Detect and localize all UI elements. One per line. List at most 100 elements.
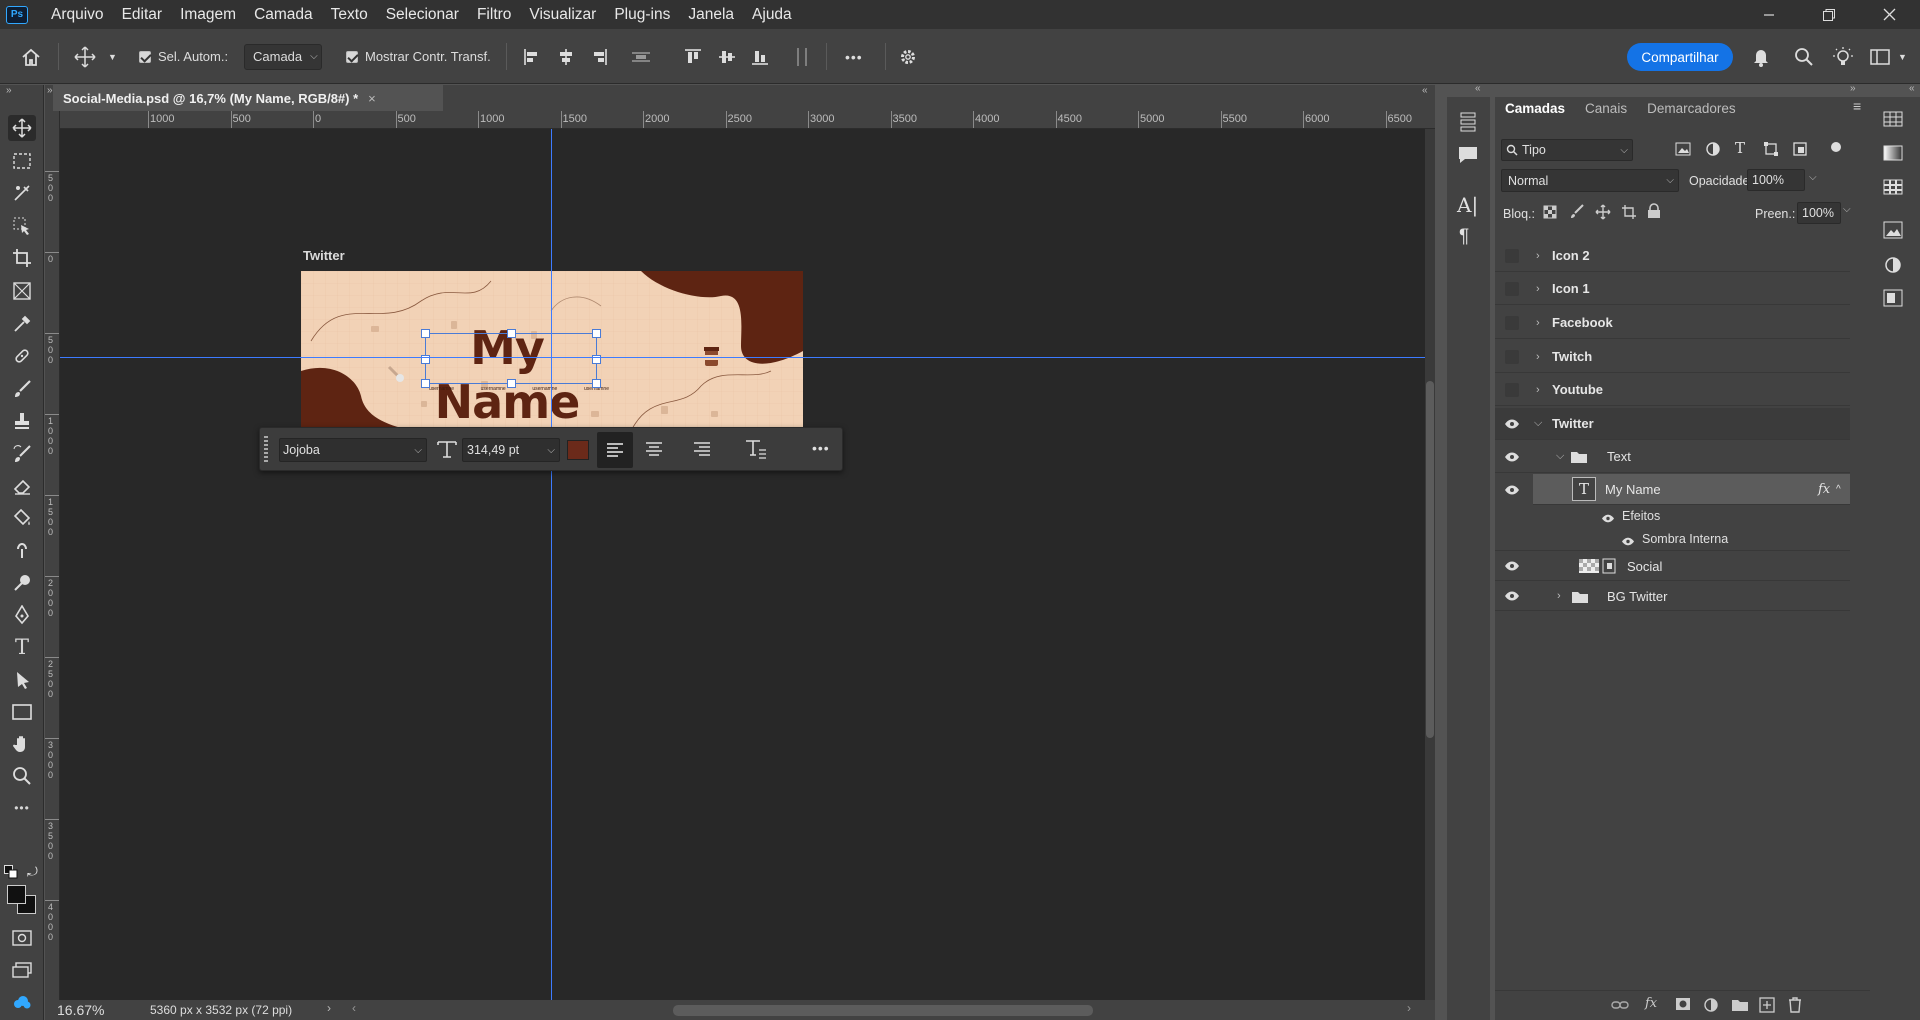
align-middle-v-icon[interactable] (718, 29, 736, 84)
filter-pixel-icon[interactable] (1675, 141, 1691, 160)
healing-brush-tool-icon[interactable] (8, 343, 36, 369)
lock-all-icon[interactable] (1647, 203, 1661, 222)
comments-panel-icon[interactable] (1457, 145, 1479, 168)
layer-filter-dropdown[interactable]: Tipo ⌵ (1501, 139, 1633, 161)
layer-row-youtube[interactable]: › Youtube (1495, 374, 1850, 406)
chevron-right-icon[interactable]: › (327, 1001, 331, 1015)
layer-row-twitter[interactable]: ⌵ Twitter (1495, 408, 1850, 440)
move-tool-icon[interactable] (8, 115, 36, 141)
menu-ajuda[interactable]: Ajuda (743, 0, 801, 29)
lock-image-icon[interactable] (1569, 204, 1585, 223)
chevron-down-icon[interactable]: ▼ (108, 29, 117, 84)
fx-icon[interactable]: fx (1818, 482, 1830, 497)
visibility-toggle[interactable] (1505, 349, 1519, 364)
collapse-icon[interactable]: » (47, 85, 53, 96)
horizontal-scrollbar-thumb[interactable] (673, 1005, 1093, 1016)
foreground-color-swatch[interactable] (7, 885, 26, 904)
eye-icon[interactable] (1501, 479, 1523, 501)
marquee-tool-icon[interactable] (8, 148, 36, 174)
eye-icon[interactable] (1601, 511, 1615, 526)
blend-mode-dropdown[interactable]: Normal ⌵ (1501, 169, 1679, 192)
minimize-icon[interactable] (1740, 0, 1798, 29)
eraser-tool-icon[interactable] (8, 473, 36, 499)
dodge-tool-icon[interactable] (8, 570, 36, 596)
chevron-down-icon[interactable]: ⌵ (1534, 417, 1542, 430)
transform-handle[interactable] (507, 329, 516, 338)
cloud-icon[interactable] (8, 989, 36, 1015)
canvas-area[interactable]: Twitter My Name usernamne usernamne user… (60, 129, 1425, 1000)
clone-stamp-tool-icon[interactable] (8, 408, 36, 434)
chevron-down-icon[interactable]: ▼ (1898, 29, 1907, 84)
visibility-toggle[interactable] (1505, 281, 1519, 296)
smudge-tool-icon[interactable] (8, 537, 36, 563)
add-mask-icon[interactable] (1675, 997, 1691, 1014)
align-left-icon[interactable] (523, 29, 541, 84)
new-layer-icon[interactable] (1759, 997, 1775, 1016)
menu-imagem[interactable]: Imagem (171, 0, 245, 29)
font-family-dropdown[interactable]: Jojoba ⌵ (279, 438, 427, 462)
lock-transparent-icon[interactable] (1543, 205, 1557, 222)
text-warp-icon[interactable] (744, 438, 768, 463)
more-options-icon[interactable]: ••• (845, 29, 863, 84)
chevron-right-icon[interactable]: › (1536, 250, 1540, 262)
filter-type-icon[interactable]: T (1735, 139, 1745, 157)
chevron-down-icon[interactable]: ⌵ (1809, 172, 1817, 183)
zoom-level[interactable]: 16.67% (57, 1002, 104, 1018)
chevron-up-icon[interactable]: ^ (1836, 484, 1841, 495)
align-text-left-button[interactable] (597, 432, 633, 468)
chevron-right-icon[interactable]: › (1557, 590, 1561, 602)
adjustment-layer-icon[interactable] (1703, 997, 1719, 1016)
menu-visualizar[interactable]: Visualizar (520, 0, 605, 29)
transform-handle[interactable] (592, 379, 601, 388)
chevron-down-icon[interactable]: ⌵ (1556, 450, 1564, 463)
fill-input[interactable]: 100% (1797, 202, 1841, 224)
home-icon[interactable] (20, 29, 42, 84)
zoom-tool-icon[interactable] (8, 763, 36, 789)
document-info[interactable]: 5360 px x 3532 px (72 ppi) (150, 1003, 292, 1017)
lock-position-icon[interactable] (1595, 204, 1611, 223)
close-icon[interactable] (1860, 0, 1918, 29)
show-transform-checkbox[interactable]: Mostrar Contr. Transf. (346, 29, 491, 84)
default-colors-icon[interactable] (4, 865, 18, 882)
lock-artboard-icon[interactable] (1621, 204, 1637, 223)
layer-row-social[interactable]: Social (1495, 552, 1850, 581)
inner-shadow-effect-label[interactable]: Sombra Interna (1642, 532, 1728, 546)
menu-texto[interactable]: Texto (322, 0, 377, 29)
menu-filtro[interactable]: Filtro (468, 0, 520, 29)
crop-tool-icon[interactable] (8, 245, 36, 271)
text-color-swatch[interactable] (567, 440, 589, 460)
history-panel-icon[interactable] (1457, 111, 1479, 136)
eye-icon[interactable] (1501, 585, 1523, 607)
close-tab-icon[interactable]: × (368, 91, 376, 106)
menu-arquivo[interactable]: Arquivo (42, 0, 113, 29)
menu-plugins[interactable]: Plug-ins (605, 0, 679, 29)
layer-row-icon-1[interactable]: › Icon 1 (1495, 273, 1850, 305)
paragraph-panel-icon[interactable]: ¶ (1459, 226, 1469, 248)
filter-adjustment-icon[interactable] (1705, 141, 1721, 160)
filter-toggle-icon[interactable] (1831, 142, 1841, 152)
collapse-icon[interactable]: « (1422, 85, 1428, 96)
collapse-icon[interactable]: « (1909, 83, 1915, 94)
horizontal-guide[interactable] (60, 357, 1425, 358)
libraries-panel-icon[interactable] (1883, 221, 1903, 242)
opacity-input[interactable]: 100% (1747, 169, 1805, 191)
panel-menu-icon[interactable]: ≡ (1853, 98, 1861, 114)
filter-shape-icon[interactable] (1763, 141, 1779, 160)
layer-row-my-name[interactable]: T My Name fx ^ (1533, 474, 1850, 505)
collapse-icon[interactable]: « (1475, 83, 1481, 94)
document-tab[interactable]: Social-Media.psd @ 16,7% (My Name, RGB/8… (53, 85, 443, 111)
search-icon[interactable] (1794, 29, 1814, 84)
move-tool-icon[interactable] (74, 29, 96, 84)
table-icon[interactable] (1883, 111, 1903, 130)
transform-bounding-box[interactable] (425, 333, 597, 384)
lightbulb-icon[interactable] (1832, 29, 1854, 84)
layer-row-twitch[interactable]: › Twitch (1495, 341, 1850, 373)
horizontal-ruler[interactable]: 1000 500 0 500 1000 1500 2000 2500 3000 3500 4000 4… (60, 111, 1435, 129)
chevron-right-icon[interactable]: › (1536, 384, 1540, 396)
hand-tool-icon[interactable] (8, 731, 36, 757)
align-bottom-icon[interactable] (751, 29, 769, 84)
object-selection-tool-icon[interactable] (8, 213, 36, 239)
chevron-right-icon[interactable]: › (1536, 351, 1540, 363)
twitter-artboard[interactable]: My Name usernamne usernamne usernamne us… (301, 271, 803, 431)
brush-tool-icon[interactable] (8, 376, 36, 402)
